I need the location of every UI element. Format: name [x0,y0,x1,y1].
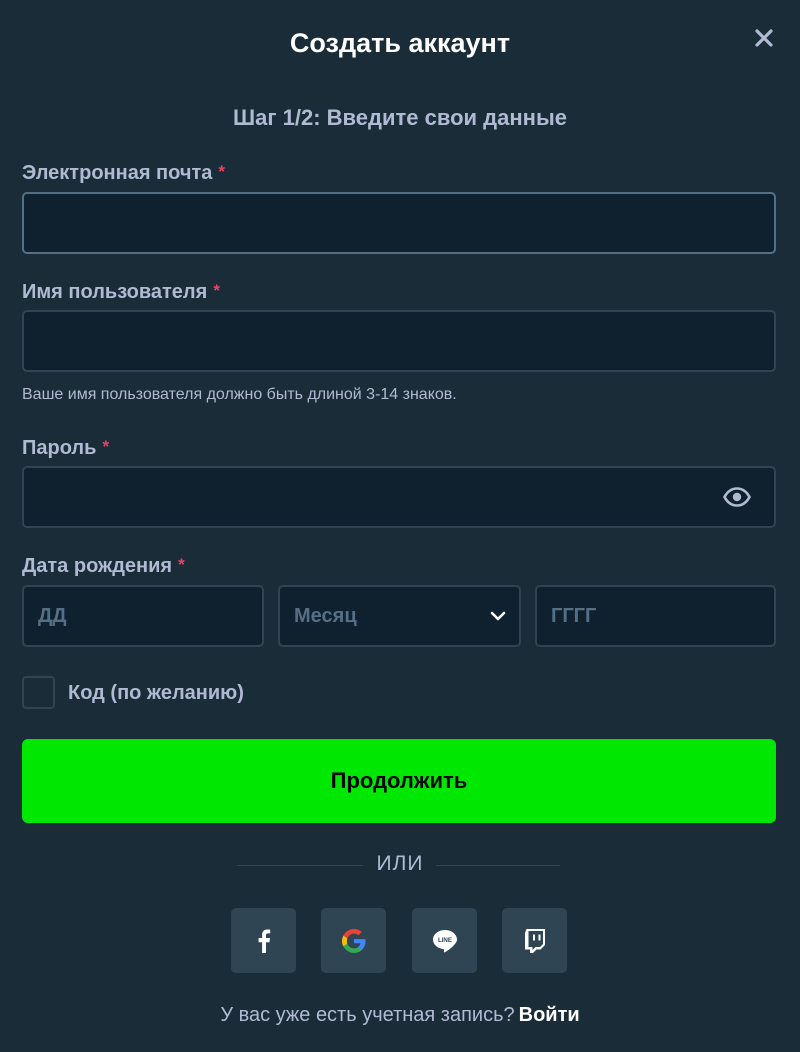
create-account-modal: Создать аккаунт Шаг 1/2: Введите свои да… [0,0,800,1052]
username-hint: Ваше имя пользователя должно быть длиной… [22,386,457,403]
close-button[interactable] [748,22,780,54]
email-label: Электронная почта * [22,162,225,184]
required-mark: * [218,162,225,181]
twitch-icon [524,928,545,953]
dob-day-input[interactable] [38,604,248,628]
facebook-login-button[interactable] [231,908,296,973]
google-icon [341,928,365,953]
chevron-down-icon [490,611,506,621]
modal-title: Создать аккаунт [289,28,511,58]
eye-icon [723,487,751,507]
username-field-wrapper [22,310,776,372]
divider-line-right [436,865,560,866]
line-login-button[interactable]: LINE [412,908,477,973]
or-divider: ИЛИ [376,852,424,875]
username-field[interactable] [24,312,774,370]
login-link[interactable]: Войти [519,1004,580,1026]
code-checkbox-label: Код (по желанию) [68,682,244,704]
password-visibility-toggle[interactable] [722,486,752,508]
code-checkbox[interactable] [22,676,55,709]
dob-month-select[interactable]: Месяц [278,585,521,647]
line-icon-text: LINE [437,937,451,944]
dob-day-wrapper [22,585,264,647]
twitch-login-button[interactable] [502,908,567,973]
username-label: Имя пользователя * [22,281,220,303]
dob-month-value: Месяц [294,604,357,627]
close-icon [755,29,773,47]
dob-year-wrapper [535,585,776,647]
continue-button[interactable]: Продолжить [22,739,776,823]
dob-label: Дата рождения * [22,555,185,577]
password-label: Пароль * [22,437,110,459]
password-field-wrapper [22,466,776,528]
email-field-wrapper [22,192,776,254]
login-prompt-text: У вас уже есть учетная запись? [220,1004,515,1026]
step-indicator: Шаг 1/2: Введите свои данные [233,105,567,130]
facebook-icon [258,929,270,953]
dob-year-input[interactable] [551,604,760,628]
required-mark: * [178,555,185,574]
password-field[interactable] [24,468,774,526]
google-login-button[interactable] [321,908,386,973]
line-icon: LINE [432,929,457,952]
required-mark: * [213,281,220,300]
login-prompt: У вас уже есть учетная запись? Войти [0,1004,800,1027]
email-field[interactable] [24,194,774,252]
required-mark: * [102,437,110,456]
